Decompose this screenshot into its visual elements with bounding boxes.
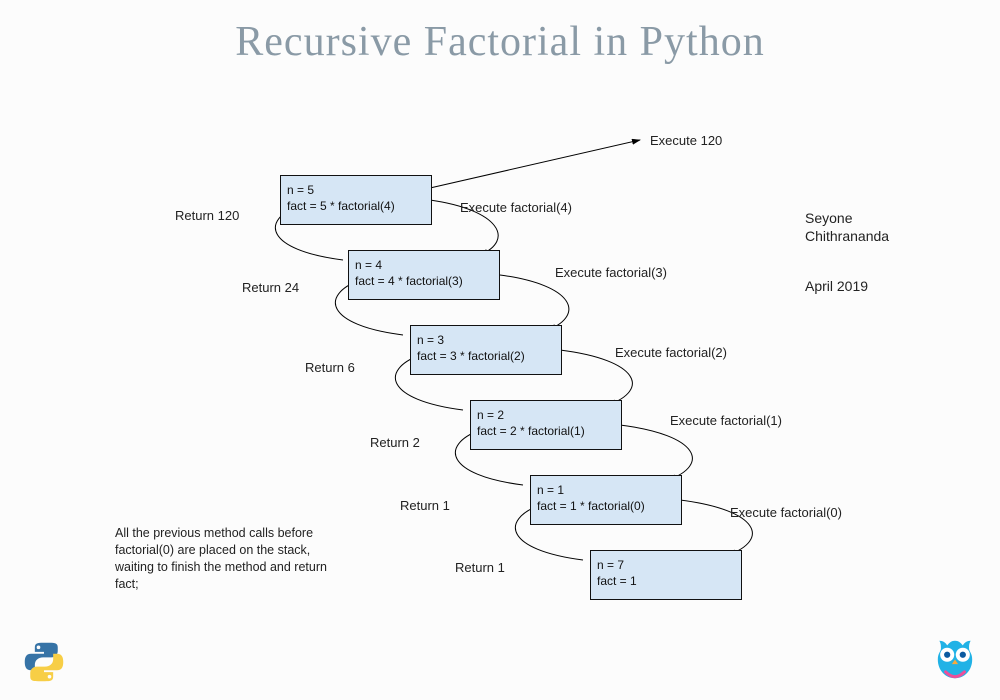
call-box-n3: n = 3 fact = 3 * factorial(2) [410,325,562,375]
stack-explanation-note: All the previous method calls before fac… [115,525,345,593]
execute-label-1: Execute factorial(1) [670,413,782,428]
return-label-120: Return 120 [175,208,239,223]
call-box-n4: n = 4 fact = 4 * factorial(3) [348,250,500,300]
author-name-line1: Seyone [805,210,852,226]
box-line: fact = 4 * factorial(3) [355,273,493,289]
box-line: n = 5 [287,182,425,198]
return-label-6: Return 6 [305,360,355,375]
return-label-24: Return 24 [242,280,299,295]
owl-logo-icon [930,636,980,686]
box-line: fact = 3 * factorial(2) [417,348,555,364]
box-line: n = 1 [537,482,675,498]
execute-result-label: Execute 120 [650,133,722,148]
author-name-line2: Chithrananda [805,228,889,244]
execute-label-2: Execute factorial(2) [615,345,727,360]
box-line: n = 4 [355,257,493,273]
execute-label-0: Execute factorial(0) [730,505,842,520]
call-box-n0: n = 7 fact = 1 [590,550,742,600]
box-line: fact = 5 * factorial(4) [287,198,425,214]
box-line: fact = 2 * factorial(1) [477,423,615,439]
box-line: n = 2 [477,407,615,423]
box-line: fact = 1 * factorial(0) [537,498,675,514]
diagram-stage: n = 5 fact = 5 * factorial(4) n = 4 fact… [0,100,1000,700]
box-line: fact = 1 [597,573,735,589]
box-line: n = 3 [417,332,555,348]
author-date: April 2019 [805,278,868,294]
return-label-1b: Return 1 [455,560,505,575]
call-box-n5: n = 5 fact = 5 * factorial(4) [280,175,432,225]
page-title: Recursive Factorial in Python [0,0,1000,66]
python-logo-icon [22,640,66,684]
return-label-1a: Return 1 [400,498,450,513]
execute-label-3: Execute factorial(3) [555,265,667,280]
call-box-n2: n = 2 fact = 2 * factorial(1) [470,400,622,450]
return-label-2: Return 2 [370,435,420,450]
box-line: n = 7 [597,557,735,573]
execute-label-4: Execute factorial(4) [460,200,572,215]
call-box-n1: n = 1 fact = 1 * factorial(0) [530,475,682,525]
